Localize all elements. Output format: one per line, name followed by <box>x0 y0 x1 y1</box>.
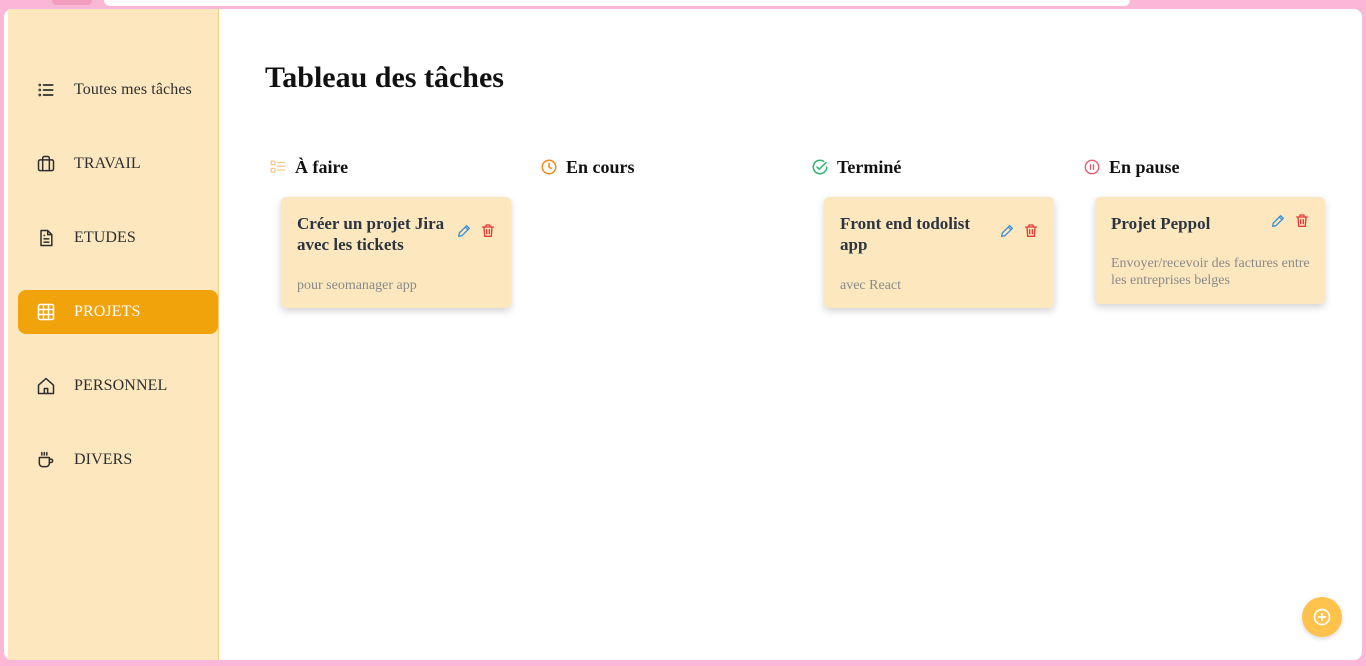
task-card-title: Créer un projet Jira avec les tickets <box>297 214 445 254</box>
task-card[interactable]: Front end todolist app avec React <box>824 197 1054 308</box>
task-card-title: Front end todolist app <box>840 214 971 254</box>
sidebar-item-all-tasks[interactable]: Toutes mes tâches <box>18 68 218 112</box>
plus-circle-icon <box>1313 608 1331 626</box>
add-task-button[interactable] <box>1302 597 1342 637</box>
document-icon <box>36 228 56 248</box>
column-title: Terminé <box>837 156 902 177</box>
task-card-description: avec React <box>840 278 902 293</box>
browser-top-strip <box>0 0 1366 8</box>
trash-icon[interactable] <box>1294 213 1310 229</box>
task-card-description: pour seomanager app <box>297 278 417 293</box>
trash-icon[interactable] <box>480 223 496 239</box>
column-title: À faire <box>295 156 349 177</box>
grid-icon <box>36 302 56 322</box>
checklist-icon <box>269 158 287 176</box>
sidebar-item-label: ETUDES <box>74 229 136 246</box>
column-title: En pause <box>1109 156 1180 177</box>
sidebar-item-label: PROJETS <box>74 303 141 320</box>
trash-icon[interactable] <box>1023 223 1039 239</box>
sidebar: Toutes mes tâches TRAVAIL ETUDES PROJETS… <box>8 9 219 660</box>
list-icon <box>36 80 56 100</box>
sidebar-item-label: TRAVAIL <box>74 155 141 172</box>
pencil-icon[interactable] <box>456 223 472 239</box>
browser-address-bar-stub <box>104 0 1130 6</box>
task-card[interactable]: Créer un projet Jira avec les tickets po… <box>281 197 511 308</box>
pencil-icon[interactable] <box>999 223 1015 239</box>
check-circle-icon <box>811 158 829 176</box>
sidebar-item-divers[interactable]: DIVERS <box>18 438 218 482</box>
browser-bottom-strip <box>0 660 1366 666</box>
pencil-icon[interactable] <box>1270 213 1286 229</box>
task-card-title: Projet Peppol <box>1111 214 1211 233</box>
sidebar-item-travail[interactable]: TRAVAIL <box>18 142 218 186</box>
main-content: Tableau des tâches À faire En cours Term… <box>219 9 1362 660</box>
clock-icon <box>540 158 558 176</box>
sidebar-item-label: DIVERS <box>74 451 133 468</box>
coffee-icon <box>36 450 56 470</box>
pause-circle-icon <box>1083 158 1101 176</box>
column-header-done: Terminé <box>811 155 901 179</box>
home-icon <box>36 376 56 396</box>
sidebar-item-personnel[interactable]: PERSONNEL <box>18 364 218 408</box>
sidebar-item-label: Toutes mes tâches <box>74 81 192 98</box>
page-title: Tableau des tâches <box>265 61 504 94</box>
sidebar-item-etudes[interactable]: ETUDES <box>18 216 218 260</box>
task-card-description: Envoyer/recevoir des factures entre les … <box>1111 256 1310 288</box>
task-card[interactable]: Projet Peppol Envoyer/recevoir des factu… <box>1095 197 1325 304</box>
column-header-paused: En pause <box>1083 155 1180 179</box>
briefcase-icon <box>36 154 56 174</box>
sidebar-item-label: PERSONNEL <box>74 377 168 394</box>
column-header-todo: À faire <box>269 155 348 179</box>
column-header-in-progress: En cours <box>540 155 635 179</box>
sidebar-item-projets[interactable]: PROJETS <box>18 290 218 334</box>
browser-tab-stub <box>52 0 92 5</box>
column-title: En cours <box>566 156 635 177</box>
